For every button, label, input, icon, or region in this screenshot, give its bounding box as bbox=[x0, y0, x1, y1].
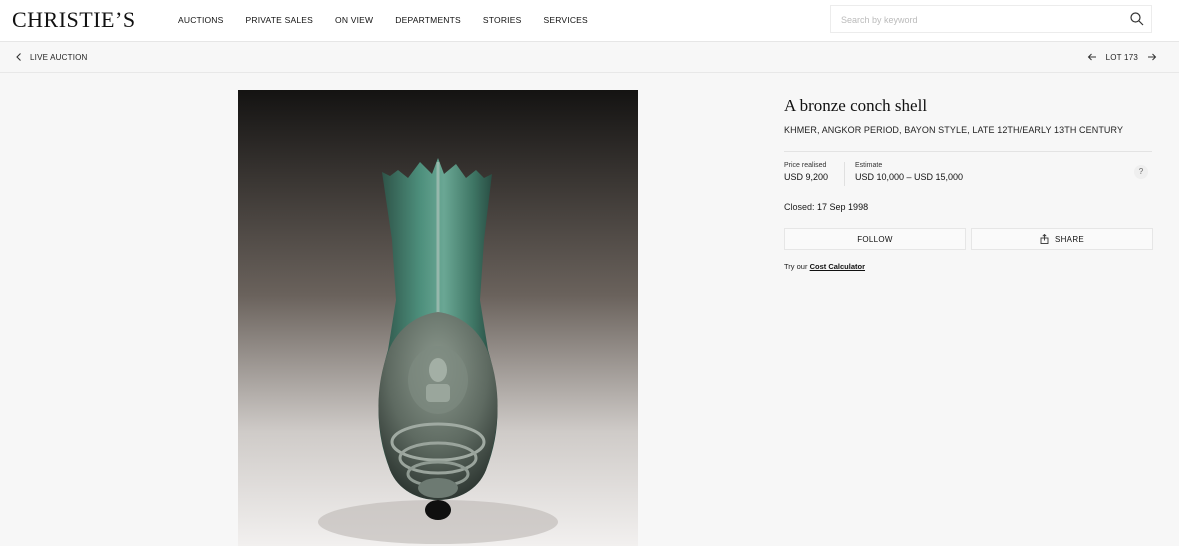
lot-subtitle: KHMER, ANGKOR PERIOD, BAYON STYLE, LATE … bbox=[784, 125, 1124, 135]
main-nav: AUCTIONS PRIVATE SALES ON VIEW DEPARTMEN… bbox=[178, 15, 610, 25]
nav-stories[interactable]: STORIES bbox=[483, 15, 522, 25]
christies-logo[interactable]: CHRISTIE’S bbox=[12, 7, 136, 33]
nav-private-sales[interactable]: PRIVATE SALES bbox=[246, 15, 313, 25]
divider bbox=[784, 151, 1152, 152]
bronze-conch-photo bbox=[238, 90, 638, 546]
nav-departments[interactable]: DEPARTMENTS bbox=[395, 15, 461, 25]
price-section: Price realised USD 9,200 Estimate USD 10… bbox=[784, 162, 1154, 186]
follow-label: FOLLOW bbox=[857, 234, 893, 244]
lot-subbar: LIVE AUCTION LOT 173 bbox=[0, 42, 1179, 73]
follow-button[interactable]: FOLLOW bbox=[784, 228, 966, 250]
help-icon[interactable]: ? bbox=[1134, 165, 1148, 179]
lot-actions: FOLLOW SHARE bbox=[784, 228, 1154, 250]
arrow-right-icon[interactable] bbox=[1147, 52, 1157, 62]
lot-image[interactable] bbox=[238, 90, 638, 546]
chevron-left-icon bbox=[16, 53, 21, 61]
share-label: SHARE bbox=[1054, 234, 1085, 244]
closed-info: Closed: 17 Sep 1998 bbox=[784, 202, 1154, 212]
calc-prefix: Try our bbox=[784, 262, 808, 271]
nav-on-view[interactable]: ON VIEW bbox=[335, 15, 373, 25]
lot-navigation: LOT 173 bbox=[1087, 52, 1157, 62]
closed-date: 17 Sep 1998 bbox=[817, 202, 869, 212]
estimate-label: Estimate bbox=[855, 162, 883, 169]
search-box bbox=[830, 5, 1152, 33]
estimate-value: USD 10,000 – USD 15,000 bbox=[855, 172, 964, 182]
lot-details: A bronze conch shell KHMER, ANGKOR PERIO… bbox=[784, 96, 1154, 271]
price-separator bbox=[844, 162, 845, 186]
price-realised-label: Price realised bbox=[784, 162, 827, 169]
cost-calculator-link[interactable]: Cost Calculator bbox=[810, 262, 865, 271]
search-input[interactable] bbox=[841, 12, 1121, 28]
price-realised: Price realised USD 9,200 bbox=[784, 162, 828, 182]
estimate: Estimate USD 10,000 – USD 15,000 bbox=[855, 162, 963, 182]
site-header: CHRISTIE’S AUCTIONS PRIVATE SALES ON VIE… bbox=[0, 0, 1179, 42]
search-icon[interactable] bbox=[1129, 11, 1145, 27]
lot-number: LOT 173 bbox=[1105, 52, 1138, 62]
price-realised-value: USD 9,200 bbox=[784, 172, 829, 182]
lot-title: A bronze conch shell bbox=[784, 96, 928, 115]
closed-label: Closed: bbox=[784, 202, 815, 212]
nav-services[interactable]: SERVICES bbox=[543, 15, 587, 25]
share-icon bbox=[1040, 234, 1049, 244]
cost-calculator-line: Try our Cost Calculator bbox=[784, 262, 1154, 271]
share-button[interactable]: SHARE bbox=[971, 228, 1153, 250]
nav-auctions[interactable]: AUCTIONS bbox=[178, 15, 224, 25]
back-to-live-auction-link[interactable]: LIVE AUCTION bbox=[14, 52, 88, 62]
back-link-label: LIVE AUCTION bbox=[30, 52, 88, 62]
arrow-left-icon[interactable] bbox=[1087, 52, 1097, 62]
